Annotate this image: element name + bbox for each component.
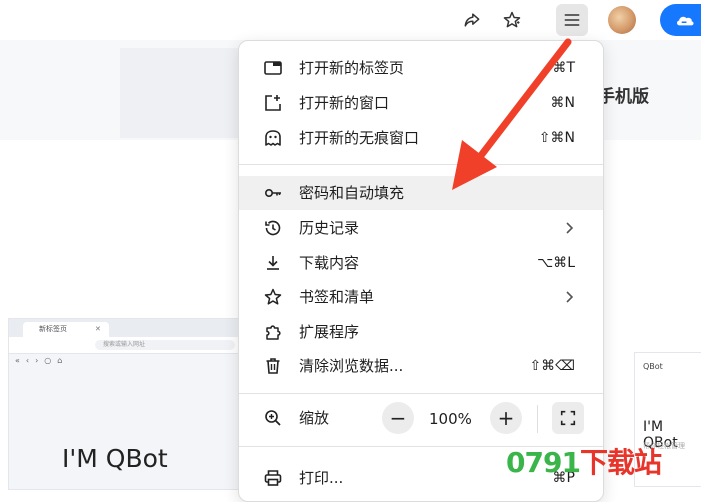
cloud-extension-button[interactable] — [660, 4, 701, 36]
mobile-version-link[interactable]: 手机版 — [598, 82, 649, 107]
passwords-label: 密码和自动填充 — [299, 184, 405, 202]
main-dropdown-menu: 打开新的标签页 ⌘T 打开新的窗口 ⌘N 打开新的无痕窗口 ⇧⌘N 密码和自动填… — [238, 40, 604, 502]
preview-address-field: 搜索或输入网址 — [95, 340, 235, 350]
menu-item-passwords-autofill[interactable]: 密码和自动填充 — [239, 176, 603, 210]
menu-item-history[interactable]: 历史记录 — [239, 211, 603, 245]
history-icon — [263, 218, 283, 238]
preview-nav-icons: «‹›○⌂ — [15, 356, 69, 365]
clear-data-shortcut: ⇧⌘⌫ — [529, 358, 575, 374]
menu-icon — [564, 14, 580, 26]
zoom-level: 100% — [429, 410, 472, 428]
watermark-number: 0791 — [506, 446, 581, 479]
incognito-label: 打开新的无痕窗口 — [299, 129, 420, 147]
side-preview-logo: QBot — [643, 362, 663, 371]
menu-item-extensions[interactable]: 扩展程序 — [239, 315, 603, 349]
menu-item-downloads[interactable]: 下载内容 ⌥⌘L — [239, 246, 603, 280]
puzzle-icon — [263, 322, 283, 342]
new-window-icon — [263, 93, 283, 113]
fullscreen-icon — [560, 410, 576, 426]
menu-item-new-window[interactable]: 打开新的窗口 ⌘N — [239, 86, 603, 120]
chevron-right-icon — [566, 291, 574, 303]
site-watermark: 0791下载站 — [506, 441, 662, 481]
menu-item-incognito-window[interactable]: 打开新的无痕窗口 ⇧⌘N — [239, 121, 603, 155]
page-banner-block — [120, 48, 240, 138]
download-icon — [263, 253, 283, 273]
new-tab-icon — [263, 58, 283, 78]
zoom-out-button[interactable]: − — [382, 402, 414, 434]
downloads-label: 下载内容 — [299, 254, 360, 272]
preview-tab-title: 新标签页 — [39, 325, 67, 333]
menu-separator — [239, 393, 603, 394]
menu-item-new-tab[interactable]: 打开新的标签页 ⌘T — [239, 51, 603, 85]
share-button[interactable] — [456, 4, 488, 36]
browser-toolbar — [0, 0, 701, 40]
new-window-label: 打开新的窗口 — [299, 94, 390, 112]
clear-data-label: 清除浏览数据... — [299, 357, 404, 375]
main-menu-button[interactable] — [556, 4, 588, 36]
downloads-shortcut: ⌥⌘L — [537, 255, 575, 271]
zoom-label: 缩放 — [299, 409, 330, 427]
menu-item-bookmarks[interactable]: 书签和清单 — [239, 280, 603, 314]
avatar[interactable] — [608, 6, 636, 34]
print-label: 打印... — [299, 469, 344, 487]
zoom-divider — [537, 405, 538, 433]
extensions-label: 扩展程序 — [299, 323, 360, 341]
new-tab-label: 打开新的标签页 — [299, 59, 405, 77]
key-icon — [263, 183, 283, 203]
menu-item-zoom: 缩放 — [239, 401, 603, 435]
bookmarks-label: 书签和清单 — [299, 288, 375, 306]
preview-address-bar: «‹›○⌂ 搜索或输入网址 — [9, 337, 244, 365]
bookmark-star-button[interactable] — [496, 4, 528, 36]
zoom-in-button[interactable]: + — [490, 402, 522, 434]
new-tab-shortcut: ⌘T — [552, 60, 575, 76]
preview-close-icon: ✕ — [95, 325, 101, 333]
zoom-icon — [263, 408, 283, 428]
trash-icon — [263, 356, 283, 376]
preview-tab-bar: 新标签页 ✕ — [9, 319, 244, 337]
menu-item-clear-browsing-data[interactable]: 清除浏览数据... ⇧⌘⌫ — [239, 349, 603, 383]
ghost-icon — [263, 128, 283, 148]
watermark-text: 下载站 — [579, 446, 662, 479]
star-outline-icon — [263, 287, 283, 307]
history-label: 历史记录 — [299, 219, 360, 237]
cloud-icon — [677, 16, 694, 26]
hero-title: I'M QBot — [62, 444, 168, 473]
menu-separator — [239, 164, 603, 165]
fullscreen-button[interactable] — [552, 402, 584, 434]
chevron-right-icon — [566, 222, 574, 234]
incognito-shortcut: ⇧⌘N — [538, 130, 575, 146]
star-icon — [503, 11, 521, 28]
printer-icon — [263, 468, 283, 488]
new-window-shortcut: ⌘N — [550, 95, 575, 111]
share-icon — [464, 13, 480, 27]
